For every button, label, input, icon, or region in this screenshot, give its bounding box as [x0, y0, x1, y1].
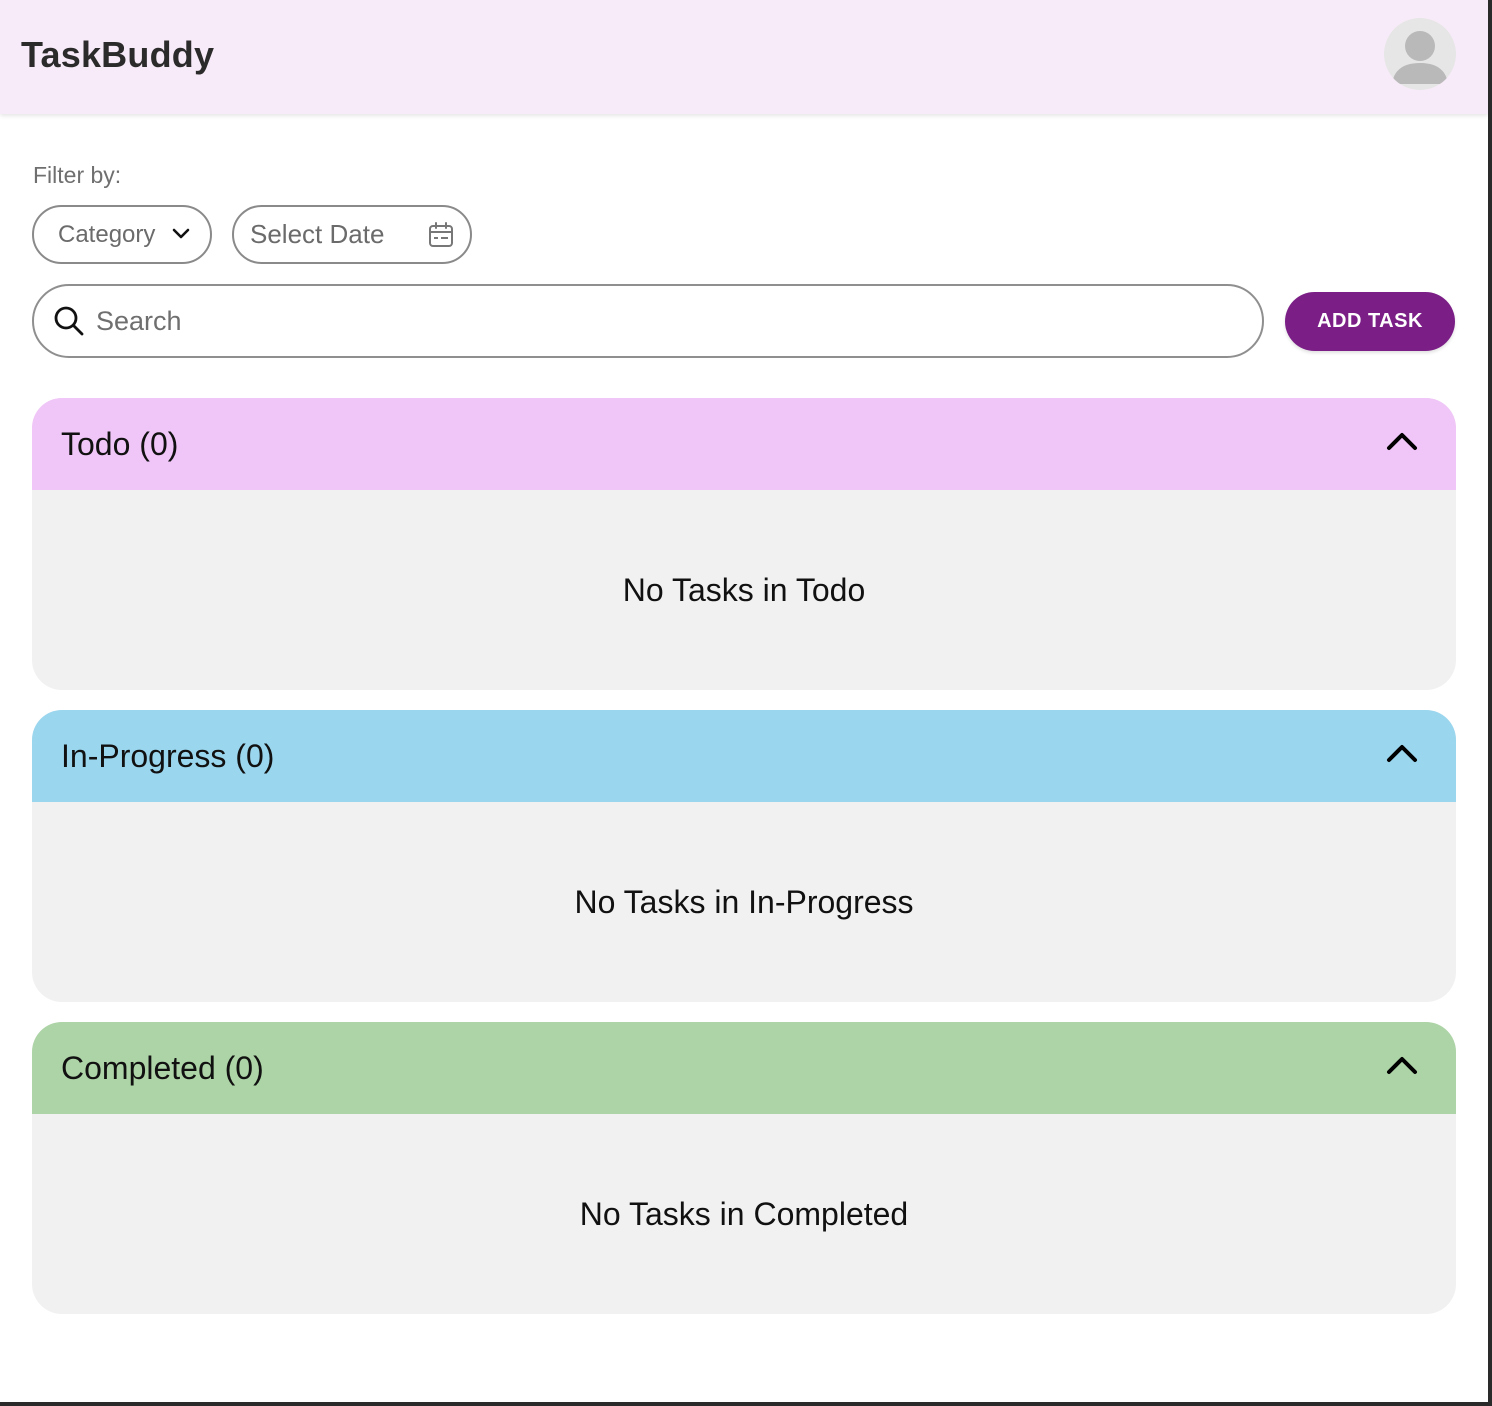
completed-section: Completed (0) No Tasks in Completed: [32, 1022, 1456, 1314]
in-progress-section-title: In-Progress (0): [61, 737, 275, 774]
chevron-up-icon[interactable]: [1386, 1055, 1418, 1080]
chevron-up-icon[interactable]: [1386, 431, 1418, 456]
in-progress-empty-message: No Tasks in In-Progress: [574, 883, 914, 920]
category-filter-value: Category: [58, 220, 156, 248]
filter-label: Filter by:: [33, 162, 122, 188]
app-title: TaskBuddy: [21, 34, 215, 75]
todo-section-title: Todo (0): [61, 425, 179, 462]
user-avatar-icon[interactable]: [1384, 18, 1456, 90]
todo-section-body: No Tasks in Todo: [32, 490, 1456, 690]
todo-empty-message: No Tasks in Todo: [622, 571, 866, 608]
chevron-down-icon: [172, 227, 190, 246]
chevron-up-icon[interactable]: [1386, 743, 1418, 768]
in-progress-section-header[interactable]: In-Progress (0): [32, 710, 1456, 802]
completed-section-header[interactable]: Completed (0): [32, 1022, 1456, 1114]
app-header: TaskBuddy: [0, 0, 1488, 114]
date-filter-value: Select Date: [250, 219, 385, 249]
search-icon: [52, 304, 86, 338]
date-filter-input[interactable]: Select Date: [232, 205, 472, 264]
completed-section-title: Completed (0): [61, 1049, 264, 1086]
in-progress-section-body: No Tasks in In-Progress: [32, 802, 1456, 1002]
add-task-button[interactable]: ADD TASK: [1285, 292, 1455, 351]
category-filter-dropdown[interactable]: Category: [32, 205, 212, 264]
search-bar[interactable]: [32, 284, 1264, 358]
in-progress-section: In-Progress (0) No Tasks in In-Progress: [32, 710, 1456, 1002]
completed-section-body: No Tasks in Completed: [32, 1114, 1456, 1314]
calendar-icon[interactable]: [428, 222, 454, 253]
todo-section-header[interactable]: Todo (0): [32, 398, 1456, 490]
app-viewport: TaskBuddy Filter by: Category Select Dat…: [0, 0, 1488, 1402]
todo-section: Todo (0) No Tasks in Todo: [32, 398, 1456, 690]
completed-empty-message: No Tasks in Completed: [579, 1195, 909, 1232]
search-input[interactable]: [96, 305, 1196, 337]
